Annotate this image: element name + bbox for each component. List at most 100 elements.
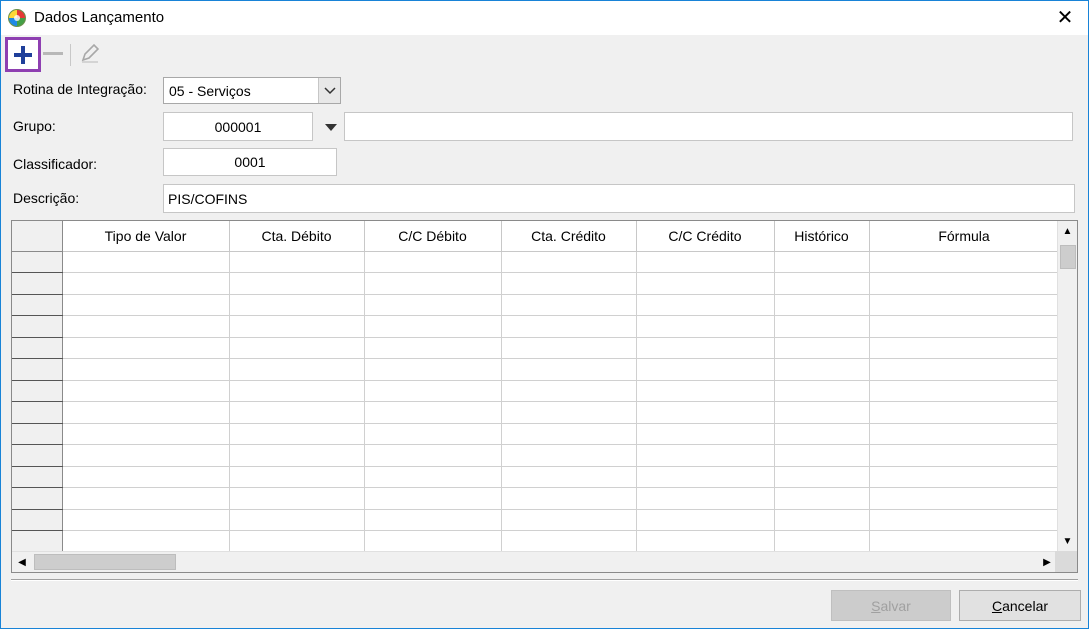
row-header-cell[interactable] [12, 315, 63, 338]
grid-cell[interactable] [774, 337, 870, 359]
grid-cell[interactable] [62, 358, 230, 381]
grid-cell[interactable] [229, 272, 365, 295]
grid-cell[interactable] [229, 444, 365, 467]
row-header-cell[interactable] [12, 487, 63, 510]
grid-cell[interactable] [501, 509, 637, 531]
table-row[interactable] [12, 423, 1060, 445]
row-header-cell[interactable] [12, 444, 63, 467]
grupo-field[interactable]: 000001 [163, 112, 313, 141]
grid-cell[interactable] [636, 294, 775, 316]
grid-cell[interactable] [636, 401, 775, 424]
grid-cell[interactable] [229, 487, 365, 510]
table-row[interactable] [12, 294, 1060, 316]
grid-cell[interactable] [364, 423, 502, 445]
close-button[interactable]: ✕ [1042, 1, 1088, 34]
grid-cell[interactable] [364, 251, 502, 273]
grid-cell[interactable] [501, 401, 637, 424]
grid-cell[interactable] [229, 466, 365, 488]
grid-cell[interactable] [501, 466, 637, 488]
grid-cell[interactable] [774, 401, 870, 424]
grid-cell[interactable] [364, 444, 502, 467]
lancamentos-grid[interactable]: Tipo de Valor Cta. Débito C/C Débito Cta… [11, 220, 1078, 573]
grid-cell[interactable] [62, 251, 230, 273]
grid-cell[interactable] [229, 251, 365, 273]
grid-cell[interactable] [869, 466, 1060, 488]
grid-cell[interactable] [364, 487, 502, 510]
grid-cell[interactable] [869, 530, 1060, 553]
vertical-scrollbar[interactable]: ▲ ▼ [1057, 221, 1077, 551]
grid-cell[interactable] [869, 401, 1060, 424]
column-header-cc-debito[interactable]: C/C Débito [364, 221, 502, 252]
grid-cell[interactable] [774, 423, 870, 445]
grid-cell[interactable] [869, 272, 1060, 295]
add-button[interactable] [5, 37, 41, 72]
grid-cell[interactable] [501, 272, 637, 295]
grid-cell[interactable] [62, 337, 230, 359]
grid-cell[interactable] [62, 444, 230, 467]
scroll-left-icon[interactable]: ◀ [12, 552, 32, 572]
grid-cell[interactable] [636, 487, 775, 510]
row-header-cell[interactable] [12, 466, 63, 488]
grid-cell[interactable] [869, 315, 1060, 338]
table-row[interactable] [12, 272, 1060, 295]
grid-cell[interactable] [636, 251, 775, 273]
descricao-field[interactable]: PIS/COFINS [163, 184, 1075, 213]
grid-cell[interactable] [62, 487, 230, 510]
grid-cell[interactable] [62, 272, 230, 295]
grid-cell[interactable] [774, 251, 870, 273]
row-header-cell[interactable] [12, 401, 63, 424]
salvar-button[interactable]: Salvar [831, 590, 951, 621]
classificador-field[interactable]: 0001 [163, 148, 337, 176]
table-row[interactable] [12, 337, 1060, 359]
row-header-cell[interactable] [12, 530, 63, 553]
grid-cell[interactable] [62, 466, 230, 488]
grid-cell[interactable] [229, 509, 365, 531]
column-header-formula[interactable]: Fórmula [869, 221, 1060, 252]
table-row[interactable] [12, 487, 1060, 510]
column-header-cta-credito[interactable]: Cta. Crédito [501, 221, 637, 252]
grid-cell[interactable] [774, 466, 870, 488]
grid-cell[interactable] [364, 380, 502, 402]
grid-cell[interactable] [636, 444, 775, 467]
grid-cell[interactable] [364, 509, 502, 531]
grid-cell[interactable] [229, 380, 365, 402]
row-header-cell[interactable] [12, 423, 63, 445]
grid-cell[interactable] [869, 444, 1060, 467]
grid-cell[interactable] [62, 423, 230, 445]
grid-cell[interactable] [229, 337, 365, 359]
grupo-description-field[interactable] [344, 112, 1073, 141]
remove-button[interactable] [43, 49, 63, 59]
grid-cell[interactable] [364, 401, 502, 424]
grid-cell[interactable] [62, 401, 230, 424]
table-row[interactable] [12, 530, 1060, 553]
table-row[interactable] [12, 466, 1060, 488]
grid-cell[interactable] [774, 272, 870, 295]
grid-cell[interactable] [774, 315, 870, 338]
grid-cell[interactable] [229, 423, 365, 445]
column-header-historico[interactable]: Histórico [774, 221, 870, 252]
grid-cell[interactable] [62, 380, 230, 402]
grid-cell[interactable] [869, 337, 1060, 359]
table-row[interactable] [12, 401, 1060, 424]
grid-cell[interactable] [501, 487, 637, 510]
grid-cell[interactable] [229, 358, 365, 381]
cancelar-button[interactable]: Cancelar [959, 590, 1081, 621]
grid-cell[interactable] [636, 509, 775, 531]
scroll-down-icon[interactable]: ▼ [1058, 531, 1077, 551]
grid-cell[interactable] [364, 358, 502, 381]
grid-cell[interactable] [636, 466, 775, 488]
row-header-cell[interactable] [12, 251, 63, 273]
grid-cell[interactable] [636, 380, 775, 402]
grid-cell[interactable] [501, 423, 637, 445]
grid-cell[interactable] [636, 272, 775, 295]
grid-cell[interactable] [229, 530, 365, 553]
grid-cell[interactable] [636, 337, 775, 359]
grid-cell[interactable] [636, 315, 775, 338]
chevron-down-icon[interactable] [318, 78, 340, 103]
grid-cell[interactable] [869, 380, 1060, 402]
grid-cell[interactable] [229, 294, 365, 316]
grid-cell[interactable] [774, 444, 870, 467]
grid-cell[interactable] [501, 251, 637, 273]
row-header-cell[interactable] [12, 380, 63, 402]
grid-cell[interactable] [364, 272, 502, 295]
